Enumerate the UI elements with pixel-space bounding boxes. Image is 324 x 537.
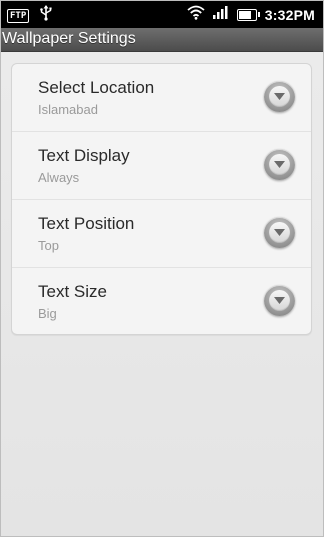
app-screen: FTP 3:32PM Wallpaper Settings Select Loc… [0,0,324,537]
chevron-down-icon[interactable] [264,217,295,248]
status-bar: FTP 3:32PM [1,1,323,28]
setting-label: Text Size [38,282,107,301]
setting-text-position[interactable]: Text Position Top [12,199,311,267]
settings-list: Select Location Islamabad Text Display A… [11,63,312,335]
wifi-icon [187,4,205,25]
setting-value: Always [38,170,80,185]
setting-select-location[interactable]: Select Location Islamabad [12,64,311,131]
usb-icon [39,5,53,26]
chevron-down-icon[interactable] [264,149,295,180]
status-bar-right: 3:32PM [187,4,315,25]
page-title: Wallpaper Settings [2,30,136,47]
chevron-down-icon[interactable] [264,285,295,316]
chevron-down-icon[interactable] [264,81,295,112]
status-bar-left: FTP [7,5,53,26]
ftp-icon: FTP [7,8,30,23]
battery-icon [236,8,260,21]
setting-label: Select Location [38,78,155,97]
title-bar: Wallpaper Settings [1,28,323,52]
setting-value: Top [38,238,59,253]
signal-icon [212,5,229,24]
clock: 3:32PM [264,6,315,23]
setting-value: Big [38,306,57,321]
setting-value: Islamabad [38,102,98,117]
setting-text-size[interactable]: Text Size Big [12,267,311,335]
setting-label: Text Position [38,214,135,233]
setting-label: Text Display [38,146,130,165]
setting-text-display[interactable]: Text Display Always [12,131,311,199]
